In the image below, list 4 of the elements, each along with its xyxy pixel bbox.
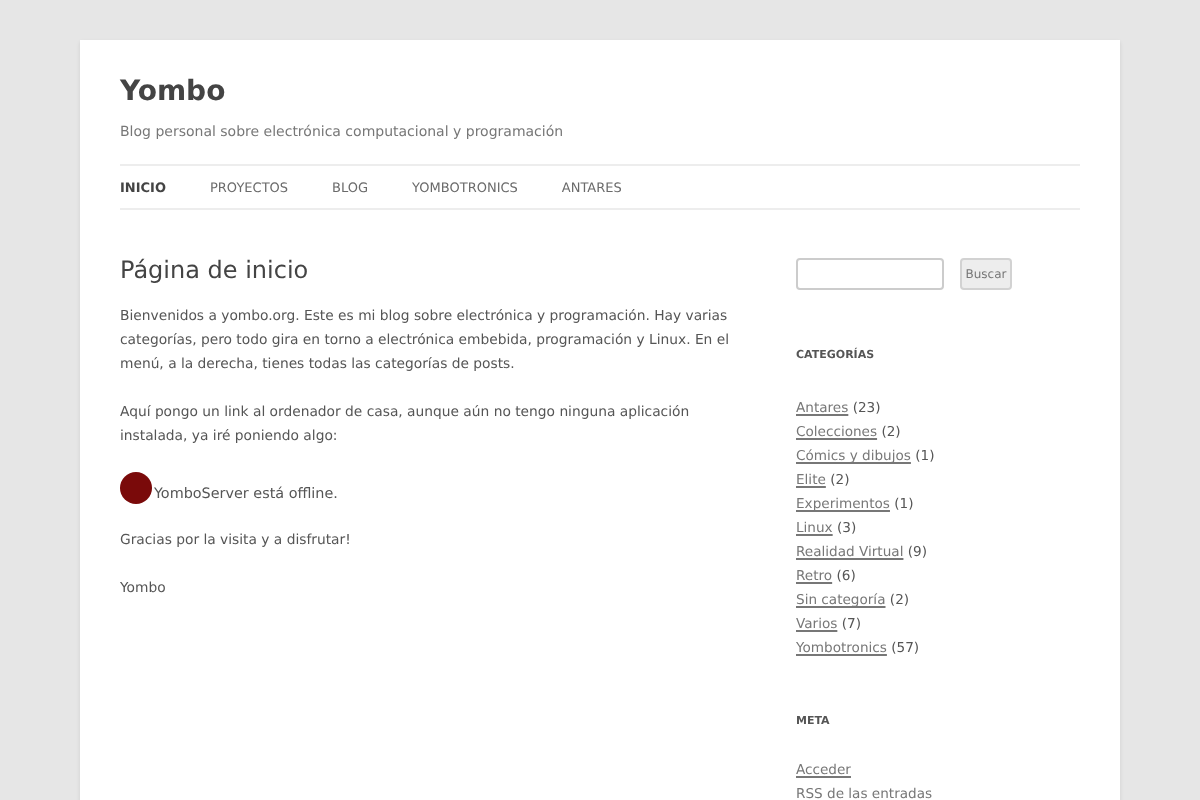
status-dot-icon: [120, 472, 152, 504]
page-heading: Página de inicio: [120, 256, 311, 284]
site-title[interactable]: Yombo: [120, 76, 1080, 108]
search-field[interactable]: [796, 258, 944, 290]
